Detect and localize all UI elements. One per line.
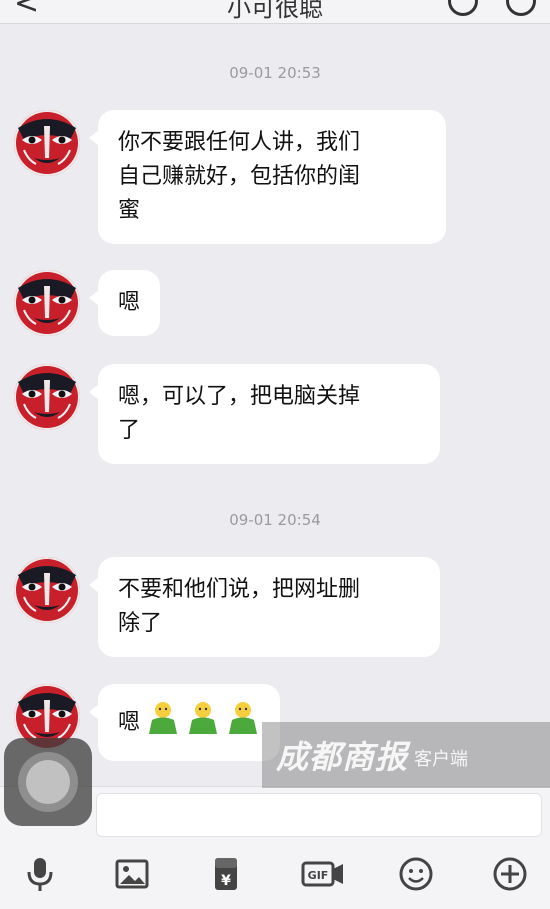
timestamp: 09-01 20:54 xyxy=(229,511,321,529)
red-packet-icon[interactable]: ¥ xyxy=(206,854,246,894)
message-row: 你不要跟任何人讲，我们 自己赚就好，包括你的闺 蜜 xyxy=(14,110,446,244)
message-row: 嗯，可以了，把电脑关掉 了 xyxy=(14,364,440,464)
message-text: 你不要跟任何人讲，我们 自己赚就好，包括你的闺 蜜 xyxy=(118,130,361,223)
watermark-main: 成都商报 xyxy=(276,738,409,776)
message-input[interactable] xyxy=(96,793,542,837)
gif-icon[interactable]: GIF xyxy=(300,854,346,894)
image-icon[interactable] xyxy=(112,854,152,894)
assistive-touch-button[interactable] xyxy=(4,738,92,826)
microphone-icon[interactable] xyxy=(20,854,60,894)
avatar[interactable] xyxy=(14,364,80,430)
person-emoji-icon xyxy=(146,700,180,745)
input-toolbar: ¥ GIF xyxy=(0,850,550,896)
message-text: 不要和他们说，把网址删 除了 xyxy=(118,577,361,636)
timestamp: 09-01 20:53 xyxy=(229,64,321,82)
plus-icon[interactable] xyxy=(490,854,530,894)
message-bubble[interactable]: 嗯，可以了，把电脑关掉 了 xyxy=(89,364,440,464)
nav-bar: < 小可很聪 xyxy=(0,0,550,24)
avatar[interactable] xyxy=(14,110,80,176)
svg-text:¥: ¥ xyxy=(221,873,231,889)
message-row: 不要和他们说，把网址删 除了 xyxy=(14,557,440,657)
news-watermark: 成都商报 客户端 xyxy=(262,722,550,788)
message-bubble[interactable]: 不要和他们说，把网址删 除了 xyxy=(89,557,440,657)
message-text: 嗯 xyxy=(118,709,141,735)
message-bubble[interactable]: 嗯 xyxy=(88,270,161,336)
message-bubble[interactable]: 你不要跟任何人讲，我们 自己赚就好，包括你的闺 蜜 xyxy=(89,110,446,244)
person-emoji-icon xyxy=(186,700,220,745)
emoji-face-icon[interactable] xyxy=(396,854,436,894)
message-text: 嗯 xyxy=(118,290,141,315)
avatar[interactable] xyxy=(14,557,80,623)
message-bubble[interactable]: 嗯 xyxy=(88,684,281,761)
avatar[interactable] xyxy=(14,270,80,336)
person-emoji-icon xyxy=(226,700,260,745)
message-row: 嗯 xyxy=(14,270,161,336)
svg-text:GIF: GIF xyxy=(308,869,329,882)
message-text: 嗯，可以了，把电脑关掉 了 xyxy=(118,384,361,443)
watermark-sub: 客户端 xyxy=(414,749,469,770)
